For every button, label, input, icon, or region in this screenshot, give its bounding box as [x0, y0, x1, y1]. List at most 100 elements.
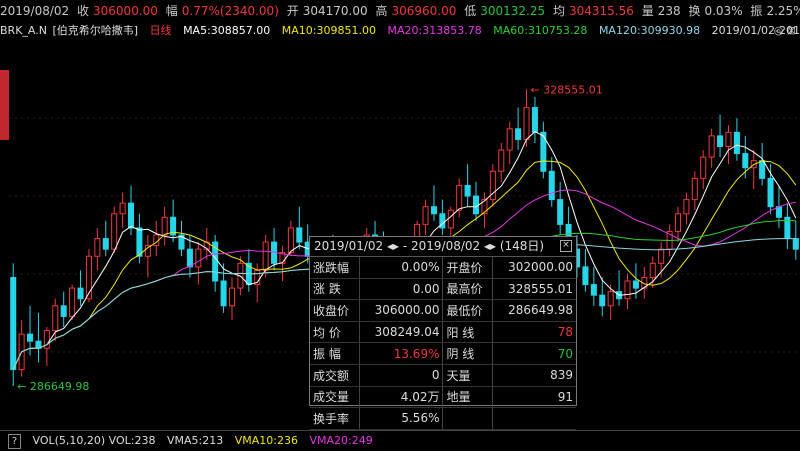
candle-body	[102, 238, 109, 250]
stats-value: 91	[492, 386, 576, 409]
volume-value: 238	[657, 4, 681, 18]
stats-table: 涨跌幅 0.00% 开盘价 302000.00 涨 跌 0.00 最高价 328555.01 收…	[310, 257, 576, 430]
candle-body	[287, 227, 294, 254]
high-label: 高	[375, 4, 388, 18]
high-price-annotation: ← 328555.01	[531, 83, 603, 96]
date-value: 2019/08/02	[0, 4, 70, 18]
candle-body	[506, 128, 513, 151]
left-tab-kline[interactable]	[0, 70, 9, 140]
candle-body	[27, 333, 34, 342]
vma20-label: VMA20:249	[309, 434, 373, 447]
candle-body	[515, 128, 522, 140]
candle-body	[658, 248, 665, 264]
stats-row: 成交量 4.02万 地量 91	[310, 386, 576, 409]
stats-label: 收盘价	[310, 299, 360, 322]
avg-label: 均	[552, 4, 565, 18]
stats-value: 302000.00	[492, 257, 576, 279]
candle-body	[759, 160, 766, 179]
stats-value: 13.69%	[359, 342, 444, 365]
stats-row: 换手率 5.56%	[310, 407, 576, 430]
window-buttons[interactable]: ◎ ⊠	[774, 24, 796, 37]
candle-body	[733, 131, 740, 155]
candle-body	[582, 266, 589, 286]
stats-label: 最低价	[442, 299, 494, 322]
candle-body	[792, 238, 799, 250]
stats-label	[442, 407, 494, 430]
stats-value: 0.00	[359, 278, 444, 301]
candle-body	[262, 241, 269, 271]
left-tab-strip[interactable]	[0, 40, 9, 430]
stats-label: 地量	[442, 386, 494, 409]
stats-row: 收盘价 306000.00 最低价 286649.98	[310, 299, 576, 322]
period-label[interactable]: 日线	[150, 24, 172, 37]
candle-body	[674, 213, 682, 232]
candle-body	[60, 305, 67, 317]
stats-label: 阴 线	[442, 342, 494, 365]
candle-body	[186, 248, 193, 268]
stats-label: 涨 跌	[310, 278, 360, 301]
candle-body	[557, 199, 564, 225]
stats-label: 最高价	[442, 278, 494, 301]
vma5-label: VMA5:213	[167, 434, 224, 447]
candle-body	[464, 184, 471, 197]
candle-body	[220, 280, 227, 307]
stats-value: 0.00%	[359, 257, 444, 279]
range-stats-popup: 2019/01/02 ◂▸ - 2019/08/02 ◂▸ (148日) × 涨…	[309, 236, 577, 430]
candle-body	[683, 199, 690, 215]
candle-body	[523, 107, 530, 140]
stats-label: 阳 线	[442, 321, 494, 344]
stats-row: 涨 跌 0.00 最高价 328555.01	[310, 278, 576, 301]
candle-body	[649, 262, 656, 278]
stock-name: [伯克希尔哈撒韦]	[52, 24, 139, 37]
popup-date-range[interactable]: 2019/01/02 ◂▸ - 2019/08/02 ◂▸ (148日)	[314, 239, 544, 253]
stats-value: 328555.01	[492, 278, 576, 301]
stats-value	[492, 407, 576, 430]
stats-label: 成交量	[310, 386, 360, 409]
ma10-label: MA10:309851.00	[281, 24, 376, 37]
low-value: 300132.25	[480, 4, 546, 18]
stats-row: 振 幅 13.69% 阴 线 70	[310, 342, 576, 365]
amplitude-value: 2.25%	[766, 4, 800, 18]
popup-header: 2019/01/02 ◂▸ - 2019/08/02 ◂▸ (148日) ×	[310, 237, 576, 257]
ma20-label: MA20:313853.78	[387, 24, 482, 37]
stats-row: 均 价 308249.04 阳 线 78	[310, 321, 576, 344]
stats-label: 振 幅	[310, 342, 360, 365]
open-label: 开	[286, 4, 299, 18]
stats-label: 均 价	[310, 321, 360, 344]
candle-body	[161, 216, 168, 236]
candle-body	[775, 206, 782, 218]
candle-body	[119, 202, 126, 215]
moving-average-legend: BRK_A.N [伯克希尔哈撒韦] 日线 MA5:308857.00 MA10:…	[0, 22, 800, 40]
candle-body	[228, 287, 236, 307]
open-value: 304170.00	[302, 4, 368, 18]
low-price-annotation: ← 286649.98	[17, 380, 89, 393]
stats-label: 涨跌幅	[310, 257, 360, 279]
change-value: 0.77%(2340.00)	[181, 4, 279, 18]
candle-body	[10, 276, 17, 371]
candle-body	[548, 170, 555, 201]
symbol-label: BRK_A.N	[0, 24, 47, 37]
candle-body	[742, 153, 749, 169]
candle-body	[77, 287, 84, 300]
help-icon[interactable]: ?	[8, 434, 21, 449]
candle-body	[767, 177, 774, 208]
candle-body	[691, 177, 698, 201]
candle-body	[69, 287, 76, 317]
stats-value: 308249.04	[359, 321, 444, 344]
candle-body	[632, 280, 639, 289]
close-icon[interactable]: ×	[560, 240, 572, 252]
candle-body	[531, 107, 538, 133]
candle-body	[111, 213, 118, 250]
stats-row: 成交额 0 天量 839	[310, 364, 576, 387]
candle-body	[447, 209, 454, 229]
candle-body	[52, 305, 59, 332]
vol-label: VOL(5,10,20) VOL:238	[32, 434, 156, 447]
close-label: 收	[77, 4, 90, 18]
candle-body	[296, 227, 303, 243]
candle-body	[456, 184, 463, 211]
candle-body	[498, 149, 505, 172]
candle-body	[127, 202, 135, 229]
candle-body	[725, 131, 732, 147]
stats-label: 成交额	[310, 364, 360, 387]
close-value: 306000.00	[93, 4, 158, 18]
